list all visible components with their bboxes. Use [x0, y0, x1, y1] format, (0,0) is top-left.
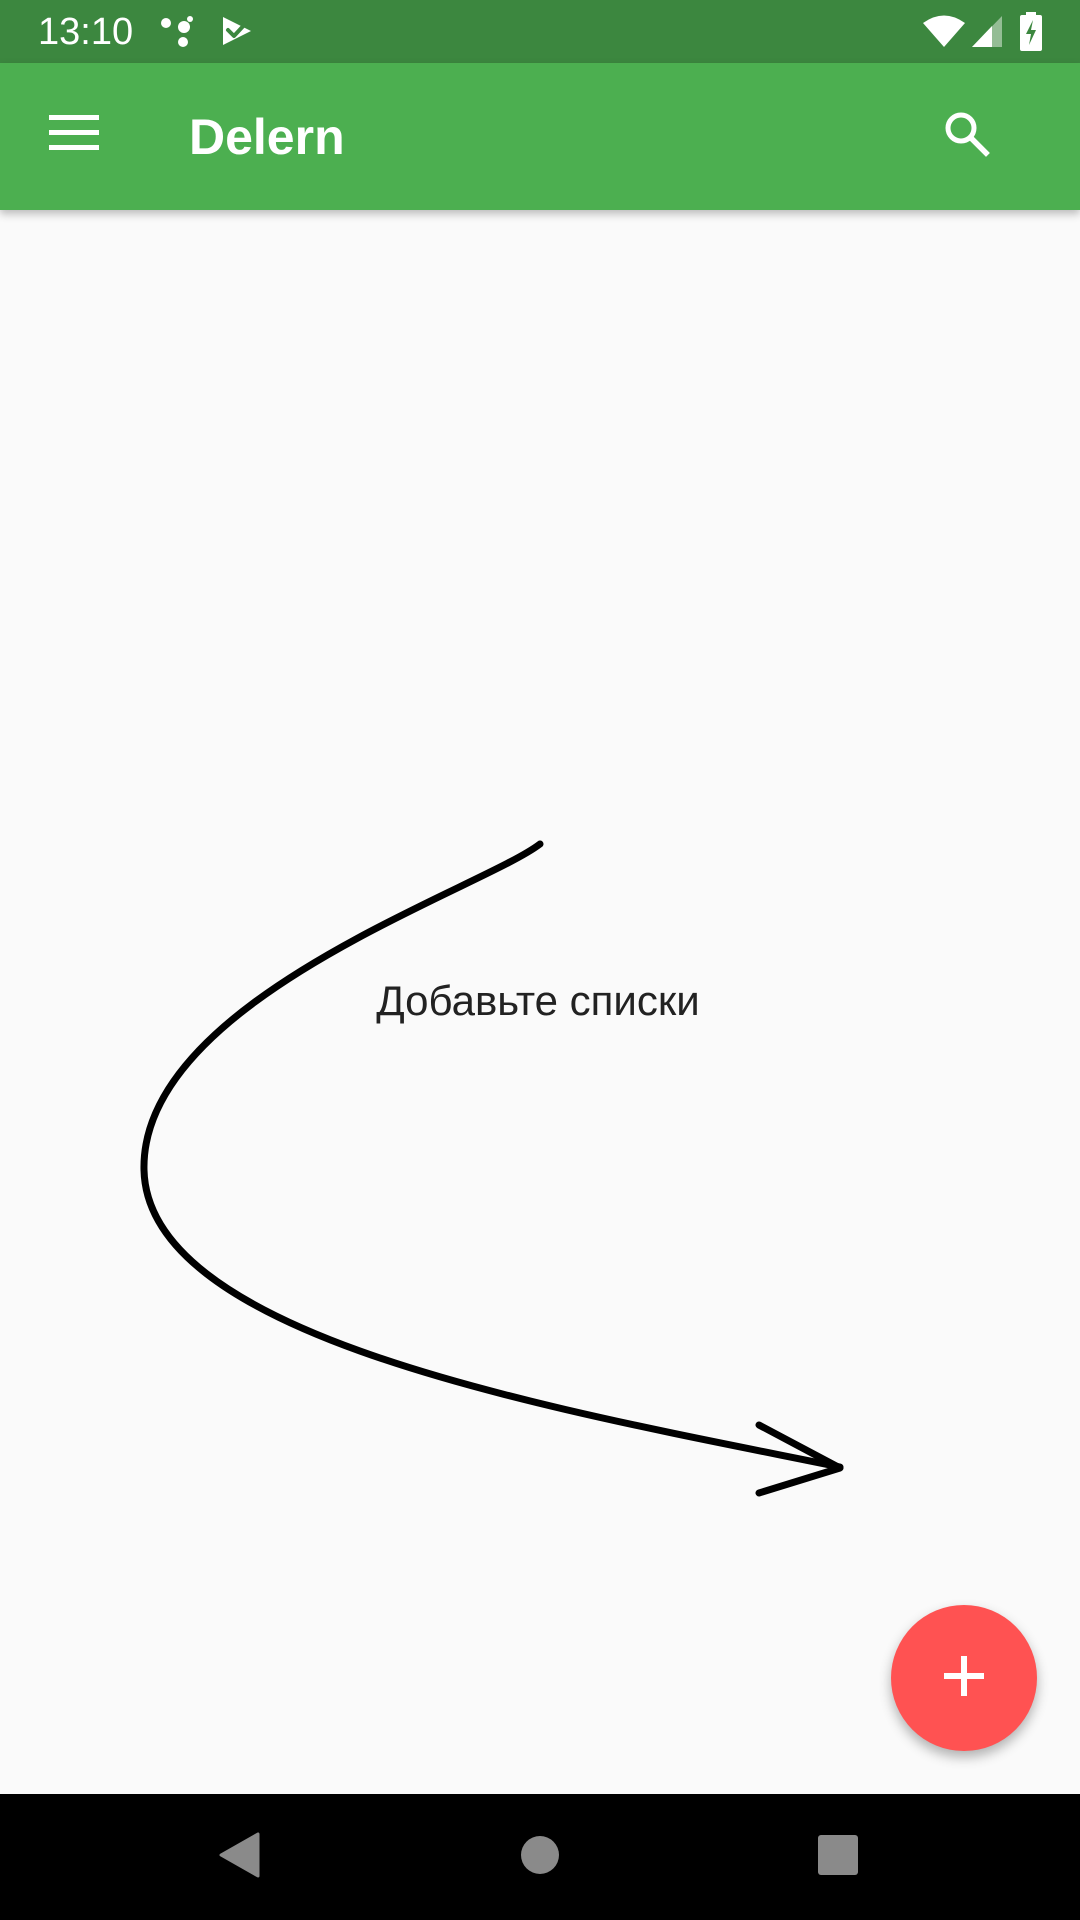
recents-button[interactable]	[798, 1817, 878, 1897]
deck-list-empty-state: Добавьте списки	[0, 210, 1080, 1794]
add-deck-fab[interactable]	[891, 1605, 1037, 1751]
recents-icon	[818, 1834, 858, 1880]
status-time: 13:10	[38, 11, 134, 53]
home-icon	[520, 1835, 560, 1880]
battery-charging-icon	[1019, 12, 1043, 57]
wifi-icon	[922, 14, 966, 53]
hand-drawn-arrow-icon	[140, 840, 844, 1497]
app-title: Delern	[189, 109, 345, 165]
search-icon	[942, 109, 990, 162]
menu-button[interactable]	[26, 87, 122, 183]
back-button[interactable]	[199, 1817, 279, 1897]
status-bar: 13:10	[0, 0, 1080, 63]
home-button[interactable]	[500, 1817, 580, 1897]
back-icon	[218, 1832, 260, 1883]
plus-icon	[944, 1655, 984, 1701]
app-bar: Delern	[0, 63, 1080, 210]
cellular-signal-icon	[970, 14, 1004, 53]
navigation-bar	[0, 1794, 1080, 1920]
menu-icon	[49, 114, 99, 156]
search-button[interactable]	[918, 87, 1014, 183]
assistant-dots-icon	[160, 16, 196, 53]
task-check-icon	[220, 14, 254, 53]
screen: 13:10 Delern Добавьте списки	[0, 0, 1080, 1920]
